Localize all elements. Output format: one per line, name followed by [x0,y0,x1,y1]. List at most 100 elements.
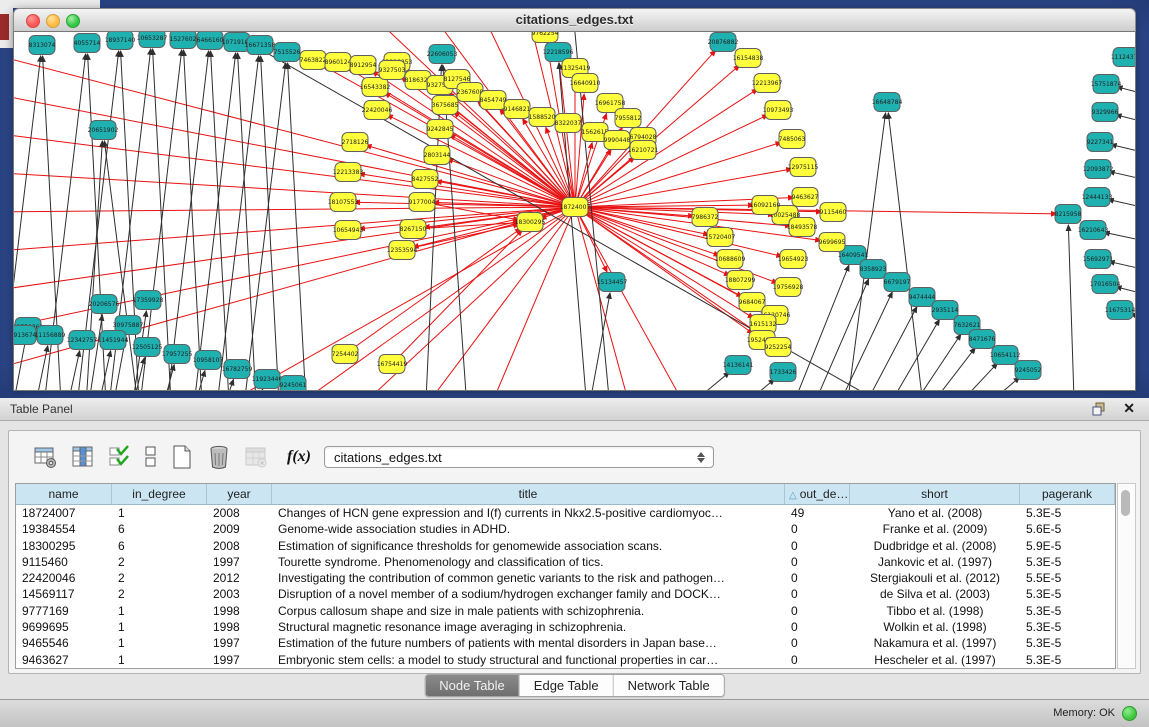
graph-node[interactable]: 17016504 [1090,275,1121,294]
table-selector-combo[interactable]: citations_edges.txt [324,446,714,468]
graph-node[interactable]: 9245061 [280,376,307,391]
graph-node[interactable]: 9990448 [604,131,631,150]
table-row[interactable]: 1830029562008Estimation of significance … [16,538,1115,554]
table-options-icon[interactable] [31,442,61,472]
function-builder-icon[interactable]: f(x) [284,442,314,472]
graph-node[interactable]: 19756928 [773,278,804,297]
graph-node[interactable]: 8358923 [860,260,887,279]
graph-node[interactable]: 15134457 [597,273,628,292]
graph-node[interactable]: 16092160 [750,196,781,215]
graph-node[interactable]: 8960124 [325,53,352,72]
network-window-titlebar[interactable]: citations_edges.txt [13,8,1136,32]
graph-node[interactable]: 3675685 [432,96,459,115]
graph-node[interactable]: 9177004 [409,193,436,212]
graph-node[interactable]: 11675314 [1105,301,1135,320]
column-header-in_degree[interactable]: in_degree [112,484,207,504]
graph-node[interactable]: 6466160 [197,32,224,50]
table-row[interactable]: 1872400712008Changes of HCN gene express… [16,505,1115,521]
graph-node[interactable]: 16210721 [628,141,659,160]
close-panel-icon[interactable]: ✕ [1123,400,1135,417]
graph-node[interactable]: 11156889 [35,326,66,345]
graph-node[interactable]: 8313074 [29,36,56,55]
graph-node[interactable]: 16671358 [245,36,276,55]
graph-node[interactable]: 7955812 [615,109,642,128]
graph-node[interactable]: 11451944 [98,331,129,350]
graph-node[interactable]: 22606053 [427,45,458,64]
graph-node[interactable]: 3913674 [14,326,37,345]
column-header-title[interactable]: title [272,484,785,504]
graph-node[interactable]: 17957255 [162,345,193,364]
tab-network-table[interactable]: Network Table [614,675,724,696]
graph-node[interactable]: 9327503 [379,61,406,80]
table-row[interactable]: 946362711997Embryonic stem cells: a mode… [16,652,1115,668]
tab-node-table[interactable]: Node Table [425,675,520,696]
graph-node[interactable]: 6679197 [884,273,911,292]
row-mode-icon[interactable] [142,442,160,472]
graph-node[interactable]: 12505125 [132,338,163,357]
graph-node[interactable]: 20651902 [88,121,119,140]
graph-node[interactable]: 19654923 [778,250,809,269]
graph-node[interactable]: 1527602 [170,32,197,49]
graph-node[interactable]: 18724007 [560,198,591,217]
select-rows-icon[interactable] [105,442,135,472]
graph-node[interactable]: 22420046 [362,101,393,120]
graph-node[interactable]: 8267150 [400,220,427,239]
graph-node[interactable]: 10958107 [193,351,224,370]
graph-node[interactable]: 10653287 [137,32,168,48]
graph-node[interactable]: 2718126 [342,133,369,152]
graph-node[interactable]: 16154838 [733,49,764,68]
graph-node[interactable]: 12213383 [333,163,364,182]
graph-node[interactable]: 11124378 [1111,48,1135,67]
graph-node[interactable]: 9474444 [909,288,936,307]
graph-node[interactable]: 20206576 [89,295,120,314]
graph-node[interactable]: 9146821 [504,100,531,119]
graph-node[interactable]: 9242845 [427,120,454,139]
graph-node[interactable]: 18807299 [725,271,756,290]
graph-node[interactable]: 9762254 [532,32,559,43]
graph-node[interactable]: 15751874 [1091,75,1122,94]
table-row[interactable]: 2242004622012Investigating the contribut… [16,570,1115,586]
graph-node[interactable]: 18300295 [515,213,546,232]
graph-node[interactable]: 12444133 [1082,188,1113,207]
column-header-year[interactable]: year [207,484,272,504]
table-row[interactable]: 969969511998Structural magnetic resonanc… [16,619,1115,635]
table-row[interactable]: 977716911998Corpus callosum shape and si… [16,603,1115,619]
graph-node[interactable]: 9115460 [820,203,847,222]
new-column-icon[interactable] [167,442,197,472]
graph-node[interactable]: 7515526 [274,43,301,62]
graph-node[interactable]: 1733426 [770,363,797,382]
delete-column-icon[interactable] [204,442,234,472]
network-canvas[interactable]: 8313074405571418937140106532871527602646… [13,32,1136,391]
graph-node[interactable]: 16210643 [1078,221,1109,240]
graph-node[interactable]: 16543382 [360,78,391,97]
table-row[interactable]: 1938455462009Genome-wide association stu… [16,521,1115,537]
graph-node[interactable]: 10973493 [763,101,794,120]
graph-node[interactable]: 16754419 [377,355,408,374]
graph-node[interactable]: 20876882 [708,33,739,52]
table-row[interactable]: 946554611997Estimation of the future num… [16,635,1115,651]
graph-node[interactable]: 12093872 [1083,160,1114,179]
graph-node[interactable]: 17359928 [133,291,164,310]
graph-node[interactable]: 8912954 [350,56,377,75]
graph-node[interactable]: 9252254 [765,338,792,357]
table-scrollbar[interactable] [1117,483,1136,669]
graph-node[interactable]: 8471676 [969,330,996,349]
graph-node[interactable]: 7463822 [300,51,327,70]
show-columns-icon[interactable] [68,442,98,472]
graph-node[interactable]: 2803144 [424,146,451,165]
graph-node[interactable]: 7986372 [692,208,719,227]
graph-node[interactable]: 15692971 [1083,250,1114,269]
graph-node[interactable]: 7254402 [332,345,359,364]
delete-table-icon[interactable] [241,442,271,472]
graph-node[interactable]: 9329966 [1092,103,1119,122]
graph-node[interactable]: 9699695 [819,233,846,252]
float-panel-icon[interactable] [1092,402,1107,416]
graph-node[interactable]: 8215958 [1055,205,1082,224]
graph-node[interactable]: 16640910 [570,74,601,93]
graph-node[interactable]: 11923446 [252,370,283,389]
graph-node[interactable]: 18493578 [787,218,818,237]
graph-node[interactable]: 10688609 [715,250,746,269]
graph-node[interactable]: 12975115 [788,158,819,177]
graph-node[interactable]: 12213967 [752,74,783,93]
graph-node[interactable]: 2935114 [932,301,959,320]
